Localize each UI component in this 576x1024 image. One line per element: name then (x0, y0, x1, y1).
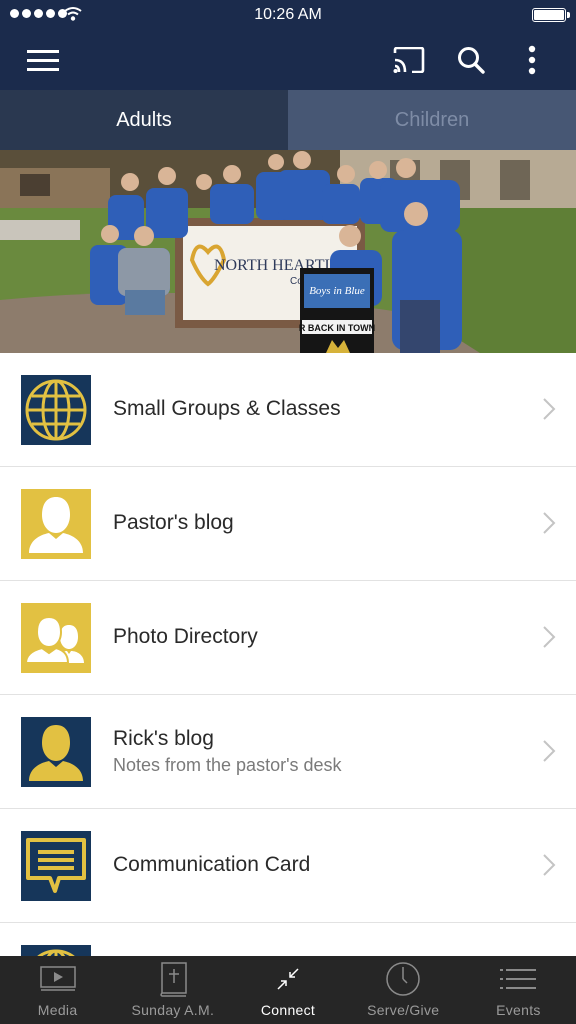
connect-list: Small Groups & Classes Pastor's blog Pho… (0, 353, 576, 963)
chevron-right-icon (543, 398, 556, 420)
chat-card-icon (21, 831, 91, 901)
chevron-right-icon (543, 626, 556, 648)
status-time: 10:26 AM (254, 6, 322, 23)
list-icon (500, 956, 537, 1002)
list-item-title: Photo Directory (113, 625, 258, 648)
tab-children[interactable]: Children (288, 90, 576, 150)
globe-icon (21, 375, 91, 445)
tab-label: Connect (260, 1002, 316, 1018)
tab-label: Events (496, 1002, 541, 1018)
tab-connect[interactable]: Connect (230, 956, 345, 1024)
search-icon[interactable] (449, 38, 493, 82)
tab-label: Sunday A.M. (131, 1002, 215, 1018)
segment-tabs: Adults Children (0, 90, 576, 150)
chevron-right-icon (543, 854, 556, 876)
tab-sunday-am[interactable]: Sunday A.M. (115, 956, 230, 1024)
person-icon (21, 489, 91, 559)
list-item-subtitle: Notes from the pastor's desk (113, 755, 342, 775)
clock-icon (385, 956, 421, 1002)
video-player-icon (39, 956, 76, 1002)
hero-photo: NORTH HEARTL Commun (0, 150, 576, 353)
list-item-photo-directory[interactable]: Photo Directory (0, 581, 576, 695)
list-item-pastors-blog[interactable]: Pastor's blog (0, 467, 576, 581)
cast-icon[interactable] (387, 38, 431, 82)
list-item-title: Small Groups & Classes (113, 397, 341, 420)
list-item-communication-card[interactable]: Communication Card (0, 809, 576, 923)
tab-adults[interactable]: Adults (0, 90, 288, 150)
list-item-ricks-blog[interactable]: Rick's blog Notes from the pastor's desk (0, 695, 576, 809)
list-item-small-groups[interactable]: Small Groups & Classes (0, 353, 576, 467)
poster-banner: R BACK IN TOWN (299, 323, 375, 333)
bible-icon (158, 956, 188, 1002)
tab-media[interactable]: Media (0, 956, 115, 1024)
chevron-right-icon (543, 512, 556, 534)
tab-events[interactable]: Events (461, 956, 576, 1024)
hamburger-menu-icon[interactable] (21, 38, 65, 82)
chevron-right-icon (543, 740, 556, 762)
people-icon (21, 603, 91, 673)
poster-title: Boys in Blue (309, 285, 365, 297)
list-item-title: Communication Card (113, 853, 311, 876)
battery-icon (532, 8, 570, 22)
tab-serve-give[interactable]: Serve/Give (346, 956, 461, 1024)
person-icon (21, 717, 91, 787)
tab-label: Media (37, 1002, 78, 1018)
tab-label: Serve/Give (367, 1002, 440, 1018)
bottom-tab-bar: Media Sunday A.M. Connect Serve/Give Eve… (0, 956, 576, 1024)
app-bar (0, 30, 576, 90)
list-item-title: Pastor's blog (113, 511, 234, 534)
more-vertical-icon[interactable] (510, 38, 554, 82)
status-bar: 10:26 AM (0, 0, 576, 30)
list-item-title: Rick's blog (113, 727, 214, 750)
connect-arrows-icon (276, 956, 300, 1002)
